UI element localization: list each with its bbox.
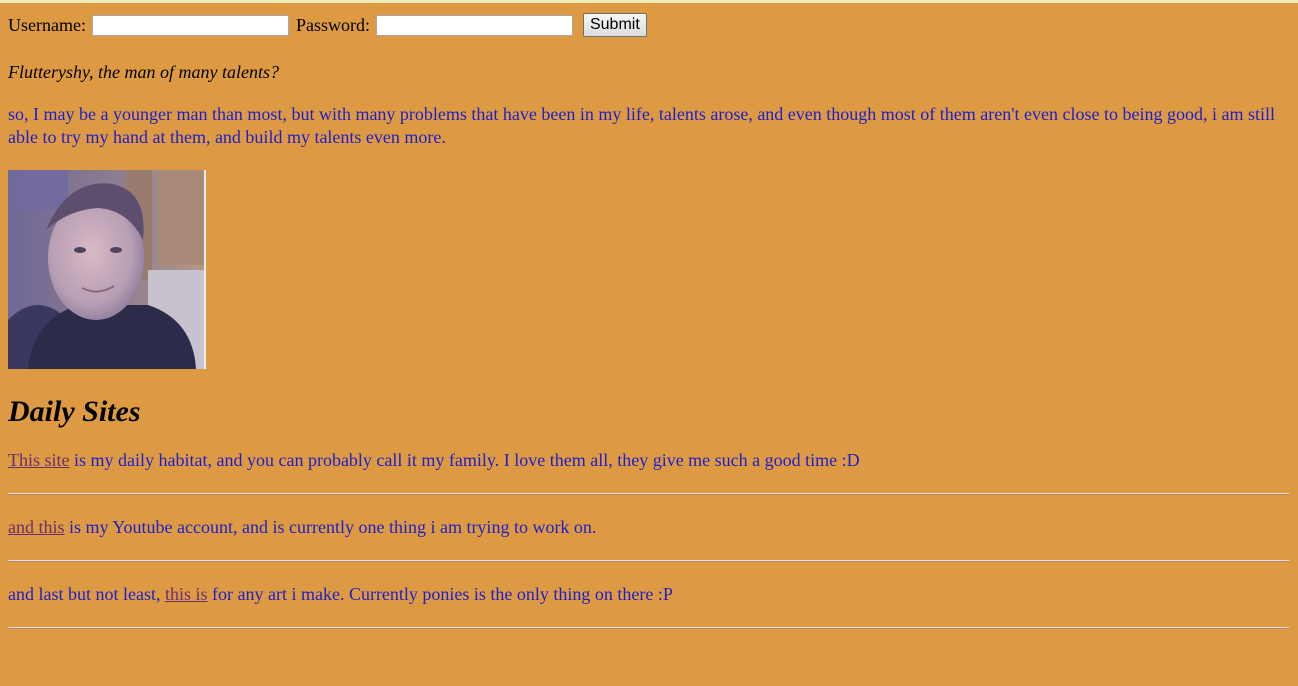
top-strip bbox=[0, 0, 1298, 3]
this-site-link[interactable]: This site bbox=[8, 450, 70, 470]
row-text-after: is my Youtube account, and is currently … bbox=[64, 517, 597, 537]
divider bbox=[8, 627, 1289, 629]
profile-photo bbox=[8, 170, 206, 369]
art-link[interactable]: this is bbox=[165, 584, 208, 604]
list-item: and this is my Youtube account, and is c… bbox=[8, 516, 1290, 538]
youtube-link[interactable]: and this bbox=[8, 517, 65, 537]
intro-paragraph: so, I may be a younger man than most, bu… bbox=[8, 104, 1275, 147]
page-content: Username: Password: Submit Flutteryshy, … bbox=[8, 11, 1290, 629]
row-text-after: is my daily habitat, and you can probabl… bbox=[69, 450, 860, 470]
divider bbox=[8, 493, 1289, 495]
row-text-after: for any art i make. Currently ponies is … bbox=[207, 584, 673, 604]
tagline: Flutteryshy, the man of many talents? bbox=[8, 62, 279, 82]
password-field[interactable] bbox=[375, 14, 573, 36]
list-item: and last but not least, this is for any … bbox=[8, 583, 1290, 605]
username-label: Username: bbox=[8, 15, 86, 35]
username-field[interactable] bbox=[91, 14, 289, 36]
submit-button[interactable]: Submit bbox=[582, 13, 647, 37]
login-form: Username: Password: Submit bbox=[8, 11, 1290, 39]
row-text-before: and last but not least, bbox=[8, 584, 165, 604]
divider bbox=[8, 560, 1289, 562]
profile-photo-icon bbox=[8, 170, 206, 369]
list-item: This site is my daily habitat, and you c… bbox=[8, 449, 1290, 471]
daily-sites-heading: Daily Sites bbox=[8, 395, 141, 428]
password-label: Password: bbox=[295, 15, 370, 35]
